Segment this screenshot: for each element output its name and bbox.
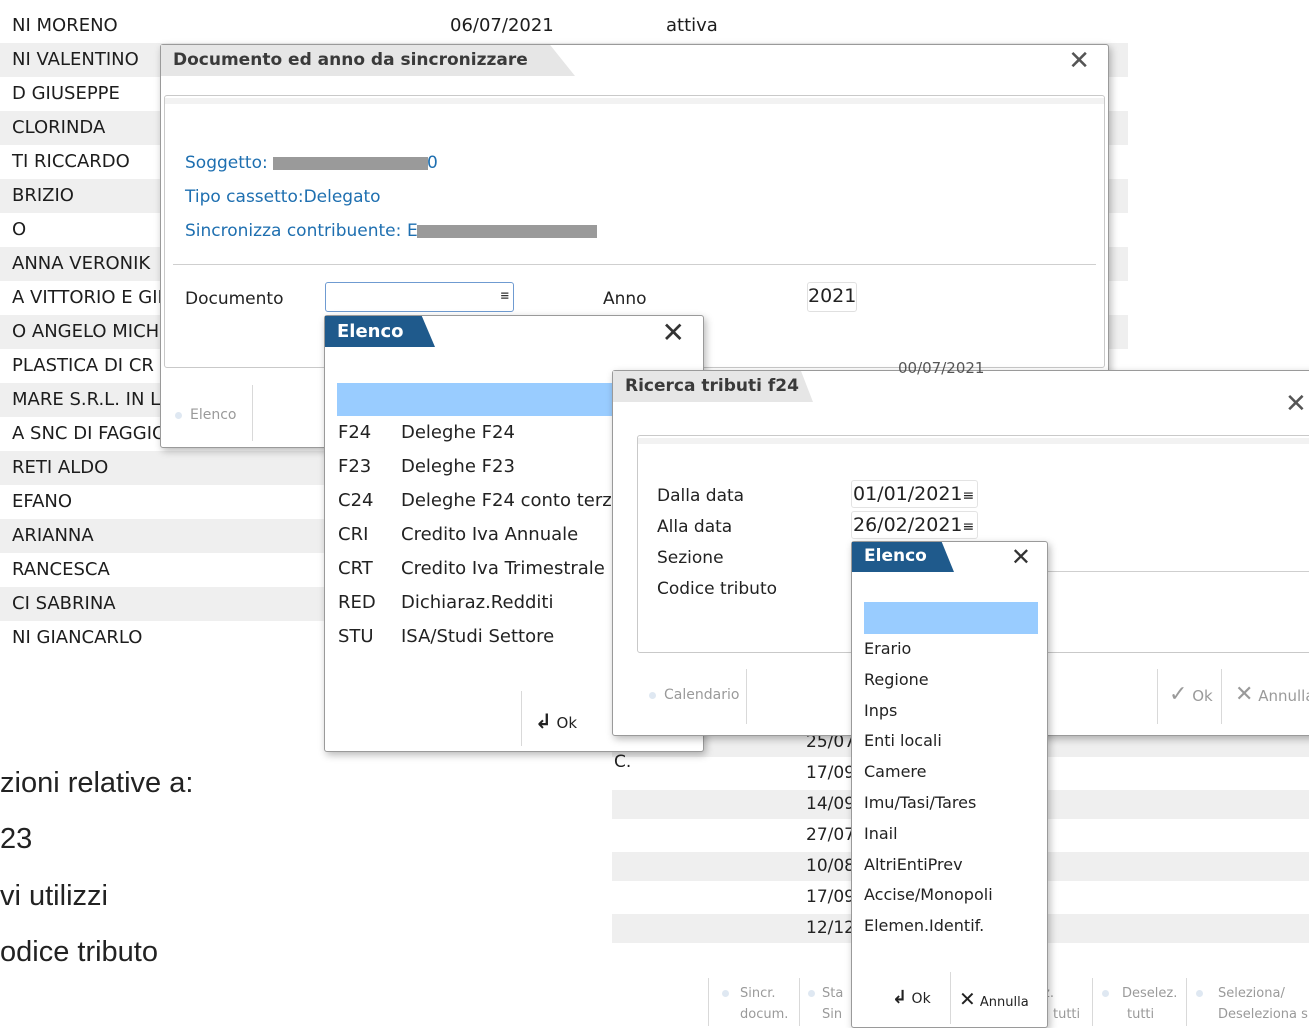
close-icon[interactable]: ✕ (662, 319, 685, 347)
dalla-data-label: Dalla data (657, 486, 745, 506)
sezione-item[interactable]: AltriEntiPrev (864, 855, 963, 874)
sezione-item[interactable]: Erario (864, 639, 911, 658)
dialog-title: Documento ed anno da sincronizzare (161, 45, 575, 76)
elenco-sezione-popup: Elenco ✕ Erario Regione Inps Enti locali Cam… (851, 541, 1048, 1028)
close-icon[interactable]: ✕ (1011, 545, 1031, 569)
selected-row[interactable] (864, 602, 1038, 634)
row-status: attiva (666, 15, 718, 36)
sezione-item[interactable]: Camere (864, 762, 926, 781)
check-icon: ✓ (1169, 682, 1188, 707)
close-icon: ✕ (959, 987, 976, 1011)
sincr-docum-button[interactable]: Sincr. docum. (722, 985, 788, 1022)
row-name: NI MORENO (12, 15, 118, 36)
popup-title: Elenco (852, 542, 954, 572)
codice-tributo-label: Codice tributo (657, 579, 778, 599)
soggetto-tail: 0 (427, 153, 438, 173)
popup-title: Elenco (325, 316, 435, 347)
slide-text-1: zioni relative a: (0, 767, 194, 799)
row-name: A SNC DI FAGGIO (12, 423, 167, 444)
item-code[interactable]: C24 (338, 490, 373, 511)
item-code[interactable]: F24 (338, 422, 371, 443)
calendario-button[interactable]: Calendario (649, 687, 739, 703)
row-name: NI VALENTINO (12, 49, 139, 70)
row-name: BRIZIO (12, 185, 74, 206)
redacted-value (417, 225, 597, 238)
anno-label: Anno (603, 289, 647, 309)
lower-row-date: 12/12 (806, 918, 855, 938)
tipo-cassetto: Tipo cassetto:Delegato (185, 187, 381, 207)
lower-row-date: 27/07 (806, 825, 855, 845)
row-name: PLASTICA DI CR (12, 355, 154, 376)
sezione-item[interactable]: Inail (864, 824, 898, 843)
list-row[interactable]: NI MORENO 06/07/2021 attiva (0, 9, 1128, 43)
row-name: RANCESCA (12, 559, 110, 580)
underlying-date: 00/07/2021 (898, 359, 985, 377)
annulla-button[interactable]: ✕ Annulla (959, 987, 1029, 1011)
ok-button[interactable]: ✓ Ok (1169, 682, 1213, 707)
dalla-data-input[interactable]: 01/01/2021≡ (851, 480, 978, 508)
row-name: ARIANNA (12, 525, 94, 546)
seleziona-deseleziona-button[interactable]: Seleziona/Deseleziona si (1196, 985, 1309, 1022)
item-code[interactable]: F23 (338, 456, 371, 477)
sezione-label: Sezione (657, 548, 724, 568)
deselez-tutti-button[interactable]: Deselez. tutti (1102, 985, 1177, 1022)
sezione-item[interactable]: Enti locali (864, 731, 942, 750)
ok-button[interactable]: ↲ Ok (892, 987, 931, 1008)
row-name: O ANGELO MICH (12, 321, 160, 342)
sezione-item[interactable]: Imu/Tasi/Tares (864, 793, 976, 812)
lower-row-date: 14/09 (806, 794, 855, 814)
slide-text-4: odice tributo (0, 936, 158, 968)
sezione-item[interactable]: Regione (864, 670, 929, 689)
item-code[interactable]: STU (338, 626, 374, 647)
close-icon: ✕ (1235, 682, 1254, 707)
row-name: A VITTORIO E GIN (12, 287, 172, 308)
dialog-title: Ricerca tributi f24 (613, 371, 813, 402)
item-code[interactable]: CRI (338, 524, 368, 545)
lower-row-date: 17/09 (806, 887, 855, 907)
row-date: 06/07/2021 (450, 15, 554, 36)
redacted-value (273, 157, 428, 170)
lower-row-date: 10/08 (806, 856, 855, 876)
row-name: O (12, 219, 27, 240)
slide-text-2: 23 (0, 823, 33, 855)
alla-data-label: Alla data (657, 517, 733, 537)
sezione-item[interactable]: Accise/Monopoli (864, 885, 993, 904)
anno-input[interactable]: 2021 (807, 282, 857, 312)
annulla-button[interactable]: ✕ Annulla (1235, 682, 1309, 707)
enter-icon: ↲ (535, 709, 552, 733)
sezione-item[interactable]: Inps (864, 701, 897, 720)
menu-icon[interactable]: ≡ (963, 519, 975, 535)
row-name: TI RICCARDO (12, 151, 130, 172)
sezione-item[interactable]: Elemen.Identif. (864, 916, 984, 935)
item-code[interactable]: RED (338, 592, 376, 613)
slide-text-3: vi utilizzi (0, 880, 108, 912)
close-icon[interactable]: ✕ (1068, 48, 1090, 74)
sincronizza-label: Sincronizza contribuente: (185, 221, 402, 241)
sta-button[interactable]: Sta Sin (808, 985, 843, 1022)
ok-button[interactable]: ↲ Ok (535, 709, 577, 733)
alla-data-input[interactable]: 26/02/2021≡ (851, 511, 978, 539)
menu-icon[interactable]: ≡ (501, 283, 509, 309)
documento-input[interactable]: ≡ (325, 282, 514, 312)
elenco-button[interactable]: Elenco (175, 407, 236, 423)
row-name: CLORINDA (12, 117, 106, 138)
documento-label: Documento (185, 289, 284, 309)
row-name: EFANO (12, 491, 73, 512)
row-name: RETI ALDO (12, 457, 109, 478)
enter-icon: ↲ (892, 987, 908, 1008)
row-name: CI SABRINA (12, 593, 116, 614)
row-name: NI GIANCARLO (12, 627, 143, 648)
lower-row-date: 17/09 (806, 763, 855, 783)
row-name: ANNA VERONIK (12, 253, 151, 274)
row-name: D GIUSEPPE (12, 83, 120, 104)
menu-icon[interactable]: ≡ (963, 488, 975, 504)
item-code[interactable]: CRT (338, 558, 373, 579)
close-icon[interactable]: ✕ (1285, 391, 1307, 417)
row-name: MARE S.R.L. IN LI (12, 389, 166, 410)
soggetto-label: Soggetto: (185, 153, 268, 173)
